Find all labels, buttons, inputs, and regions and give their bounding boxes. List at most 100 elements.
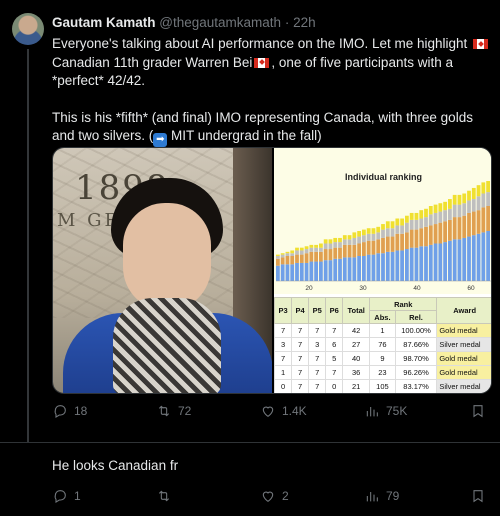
chart-bar-upper: [314, 247, 318, 252]
chart-bar-mid: [457, 217, 462, 240]
chart-bar-base: [295, 262, 299, 281]
chart-bar-mid: [328, 249, 333, 261]
ranking-chart-svg: 20 30 40 60: [276, 181, 491, 292]
table-cell-p5: 3: [308, 337, 327, 352]
chart-bar-mid: [400, 233, 404, 251]
table-cell-abs: 76: [369, 337, 396, 352]
chart-bar-base: [443, 242, 447, 281]
chart-bar-base: [419, 246, 424, 281]
chart-bar-top: [314, 244, 318, 248]
table-cell-total: 42: [342, 323, 371, 338]
reply-retweet-button[interactable]: [156, 488, 178, 504]
reply-bookmark-button[interactable]: [470, 488, 486, 504]
tweet-paragraph-1: Everyone's talking about AI performance …: [52, 35, 492, 91]
chart-bar-base: [342, 257, 347, 281]
chart-bar-mid: [405, 232, 409, 250]
chart-bar-top: [276, 254, 280, 256]
chart-bar-top: [295, 247, 299, 251]
chart-bar-mid: [395, 233, 400, 251]
chart-bar-mid: [352, 244, 357, 258]
tweet-media[interactable]: 1898 M GROU Individual ranking 20 30 40 60 …: [52, 147, 492, 394]
chart-bar-base: [323, 260, 328, 281]
chart-tick-label: 60: [467, 285, 475, 292]
like-button[interactable]: 1.4K: [260, 403, 307, 419]
reply-reply-button[interactable]: 1: [52, 488, 81, 504]
chart-bar-top: [362, 229, 366, 236]
table-cell-p3: 1: [273, 365, 293, 380]
tweet-body: Everyone's talking about AI performance …: [52, 35, 492, 147]
canada-flag-icon: [473, 39, 489, 49]
chart-bar-top: [333, 237, 338, 243]
chart-bar-upper: [352, 237, 357, 245]
table-cell-p5: 7: [308, 365, 327, 380]
reply-count: 18: [74, 404, 88, 418]
chart-bar-mid: [452, 217, 457, 240]
chart-bar-mid: [371, 240, 376, 255]
chart-bar-top: [448, 199, 452, 209]
reply-button[interactable]: 18: [52, 403, 87, 419]
chart-bar-upper: [476, 196, 481, 211]
chart-bar-base: [333, 258, 338, 281]
table-cell-rel: 98.70%: [394, 351, 438, 366]
chart-bar-mid: [438, 222, 443, 244]
reply-views-button[interactable]: 79: [364, 488, 399, 504]
chart-bar-upper: [285, 253, 290, 256]
chart-bar-mid: [414, 229, 419, 248]
chart-bar-top: [476, 185, 481, 197]
chart-bar-upper: [390, 228, 395, 237]
col-header-p4: P4: [291, 297, 310, 324]
chart-bar-upper: [371, 233, 376, 241]
views-button[interactable]: 75K: [364, 403, 407, 419]
col-header-rel: Rel.: [394, 310, 438, 324]
chart-bar-base: [328, 260, 333, 281]
ranking-screenshot[interactable]: Individual ranking 20 30 40 60 P3 P4 P5 P6 …: [273, 148, 491, 393]
author-display-name[interactable]: Gautam Kamath: [52, 15, 156, 30]
chart-bar-upper: [295, 250, 299, 255]
chart-bar-upper: [467, 200, 471, 213]
chart-bar-top: [385, 221, 390, 229]
chart-bar-upper: [443, 210, 447, 222]
portrait-photo[interactable]: 1898 M GROU: [53, 148, 272, 393]
chart-bar-base: [276, 265, 280, 281]
chart-bar-base: [424, 246, 428, 281]
chart-bar-top: [395, 218, 400, 226]
table-cell-rel: 96.26%: [394, 365, 438, 380]
reply-like-button[interactable]: 2: [260, 488, 289, 504]
table-cell-total: 40: [342, 351, 371, 366]
chart-bar-mid: [385, 236, 390, 252]
table-cell-p5: 7: [308, 379, 327, 393]
chart-bar-base: [309, 261, 314, 281]
reply-tweet-text: He looks Canadian fr: [52, 458, 179, 473]
author-avatar[interactable]: [12, 13, 44, 45]
chart-bar-upper: [414, 219, 419, 230]
chart-bar-mid: [285, 256, 290, 265]
chart-bar-mid: [342, 244, 347, 258]
author-handle[interactable]: @thegautamkamath: [159, 15, 281, 30]
chart-bar-upper: [280, 254, 285, 258]
chart-bar-base: [319, 261, 323, 281]
table-row: 0 7 7 0 21 105 83.17% Silver medal: [273, 379, 491, 393]
results-table: P3 P4 P5 P6 Total Rank Award Abs. Rel. 7…: [273, 297, 491, 393]
table-cell-award: Gold medal: [436, 365, 491, 380]
chart-bar-mid: [428, 225, 433, 245]
chart-bar-base: [362, 256, 366, 281]
chart-bar-upper: [424, 217, 428, 227]
chart-bar-upper: [362, 235, 366, 243]
chart-bar-upper: [299, 250, 304, 255]
chart-bar-top: [342, 235, 347, 240]
views-icon: [366, 492, 378, 502]
bookmark-button[interactable]: [470, 403, 486, 419]
face: [123, 203, 211, 311]
chart-bar-top: [452, 194, 457, 205]
table-cell-rel: 100.00%: [394, 323, 438, 338]
col-header-rank: Rank: [369, 297, 438, 311]
retweet-button[interactable]: 72: [156, 403, 191, 419]
bookmark-icon: [473, 405, 483, 418]
table-cell-p4: 7: [291, 379, 310, 393]
tweet-timestamp[interactable]: 22h: [293, 15, 316, 30]
chart-bar-upper: [376, 232, 381, 240]
chart-bar-mid: [390, 236, 395, 252]
tweet-paragraph-2: This is his *fifth* (and final) IMO repr…: [52, 109, 492, 147]
heart-icon: [262, 491, 274, 502]
chart-bar-upper: [304, 249, 309, 254]
